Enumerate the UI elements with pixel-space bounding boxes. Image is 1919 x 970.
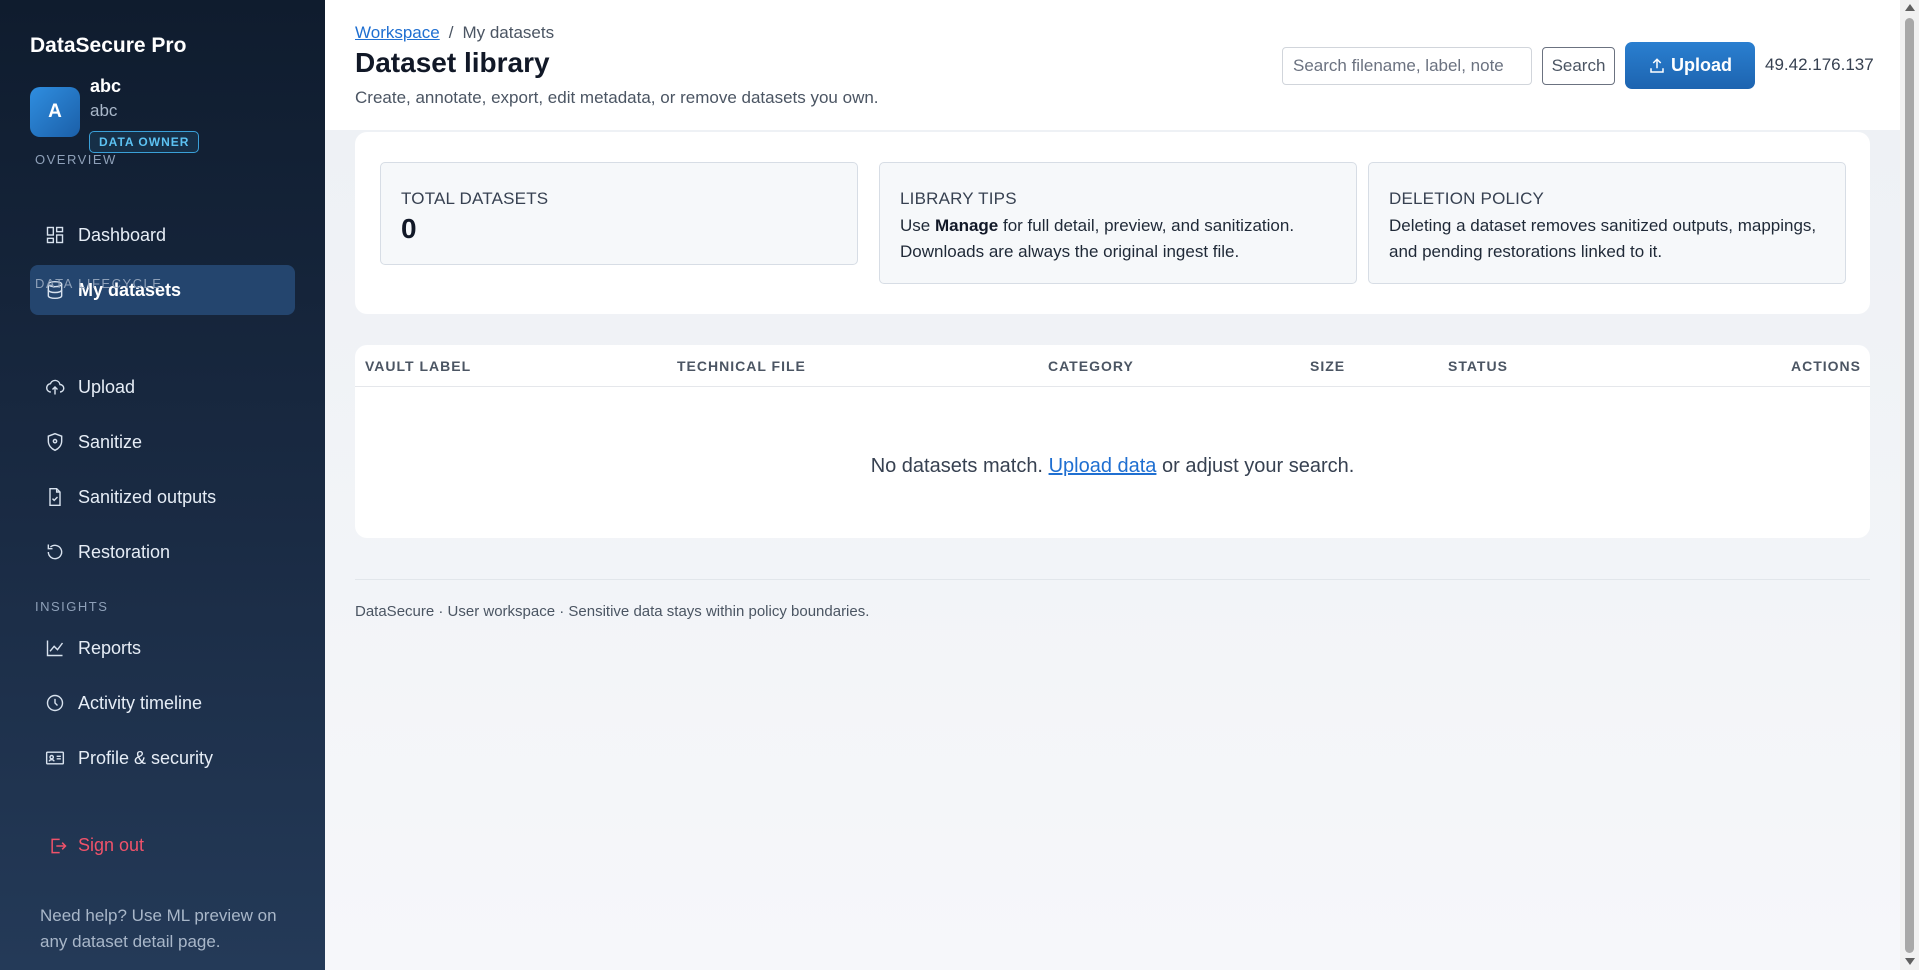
scroll-down-icon[interactable] bbox=[1905, 958, 1915, 965]
user-name: abc bbox=[90, 76, 122, 96]
sign-out-button[interactable]: Sign out bbox=[48, 835, 144, 856]
stat-text: Deleting a dataset removes sanitized out… bbox=[1389, 216, 1817, 261]
page-scrollbar[interactable] bbox=[1900, 0, 1919, 970]
section-label-data-lifecycle: DATA LIFECYCLE bbox=[35, 276, 163, 291]
upload-button-label: Upload bbox=[1671, 55, 1732, 75]
sidebar-item-restoration[interactable]: Restoration bbox=[30, 527, 295, 577]
empty-state-message: No datasets match. Upload data or adjust… bbox=[355, 455, 1870, 478]
upload-button[interactable]: Upload bbox=[1625, 42, 1755, 89]
main-content: TOTAL DATASETS 0 LIBRARY TIPS Use Manage… bbox=[325, 130, 1900, 970]
user-subtitle: abc bbox=[90, 101, 118, 120]
footer-divider bbox=[355, 579, 1870, 580]
stat-value: 0 bbox=[401, 213, 417, 244]
column-size[interactable]: SIZE bbox=[1310, 358, 1345, 374]
sidebar-item-label: Restoration bbox=[78, 541, 171, 562]
scroll-thumb[interactable] bbox=[1905, 18, 1914, 953]
avatar[interactable]: A bbox=[30, 87, 80, 137]
scroll-up-icon[interactable] bbox=[1905, 4, 1915, 11]
stat-label: TOTAL DATASETS bbox=[401, 189, 549, 208]
dashboard-icon bbox=[44, 224, 66, 246]
stats-card: TOTAL DATASETS 0 LIBRARY TIPS Use Manage… bbox=[355, 132, 1870, 314]
sidebar-item-sanitize[interactable]: Sanitize bbox=[30, 417, 295, 467]
page-subtitle: Create, annotate, export, edit metadata,… bbox=[355, 88, 879, 107]
tips-text-bold: Manage bbox=[934, 216, 999, 235]
breadcrumb-separator: / bbox=[448, 23, 454, 42]
sidebar-item-label: Activity timeline bbox=[78, 692, 203, 713]
sign-out-label: Sign out bbox=[78, 835, 145, 855]
breadcrumb-current: My datasets bbox=[462, 23, 555, 42]
section-label-insights: INSIGHTS bbox=[35, 599, 109, 614]
tips-text-pre: Use bbox=[900, 216, 935, 235]
help-text: Need help? Use ML preview on any dataset… bbox=[40, 906, 277, 951]
clock-icon bbox=[44, 692, 66, 714]
stat-label: DELETION POLICY bbox=[1389, 189, 1545, 208]
footer-text: DataSecure · User workspace · Sensitive … bbox=[355, 603, 870, 620]
stat-label: LIBRARY TIPS bbox=[900, 189, 1017, 208]
id-card-icon bbox=[44, 747, 66, 769]
role-badge: DATA OWNER bbox=[89, 131, 200, 153]
shield-icon bbox=[44, 431, 66, 453]
ip-address: 49.42.176.137 bbox=[1765, 55, 1874, 74]
sidebar-item-label: Dashboard bbox=[78, 224, 167, 245]
sidebar-item-activity-timeline[interactable]: Activity timeline bbox=[30, 678, 295, 728]
search-button[interactable]: Search bbox=[1542, 47, 1615, 85]
column-status[interactable]: STATUS bbox=[1448, 358, 1508, 374]
sidebar-item-label: Sanitized outputs bbox=[78, 486, 217, 507]
search-input[interactable] bbox=[1282, 47, 1532, 85]
column-actions: ACTIONS bbox=[1791, 358, 1861, 374]
stat-total-datasets: TOTAL DATASETS 0 bbox=[380, 162, 858, 265]
table-header: VAULT LABEL TECHNICAL FILE CATEGORY SIZE… bbox=[355, 345, 1870, 387]
restore-icon bbox=[44, 541, 66, 563]
sidebar-item-sanitized-outputs[interactable]: Sanitized outputs bbox=[30, 472, 295, 522]
sidebar-item-upload[interactable]: Upload bbox=[30, 362, 295, 412]
upload-icon bbox=[1650, 57, 1664, 73]
sidebar-item-reports[interactable]: Reports bbox=[30, 623, 295, 673]
empty-text-post: or adjust your search. bbox=[1156, 455, 1355, 477]
file-check-icon bbox=[44, 486, 66, 508]
sidebar-item-label: Upload bbox=[78, 376, 136, 397]
sign-out-icon bbox=[51, 838, 67, 853]
stat-deletion-policy: DELETION POLICY Deleting a dataset remov… bbox=[1368, 162, 1846, 284]
page-title: Dataset library bbox=[355, 47, 550, 78]
sidebar-item-profile-security[interactable]: Profile & security bbox=[30, 733, 295, 783]
column-vault-label[interactable]: VAULT LABEL bbox=[365, 358, 471, 374]
sidebar-item-label: Sanitize bbox=[78, 431, 143, 452]
section-label-overview: OVERVIEW bbox=[35, 152, 117, 167]
upload-data-link[interactable]: Upload data bbox=[1049, 455, 1157, 477]
datasets-table: VAULT LABEL TECHNICAL FILE CATEGORY SIZE… bbox=[355, 345, 1870, 538]
breadcrumb: Workspace / My datasets bbox=[355, 23, 554, 43]
empty-text-pre: No datasets match. bbox=[870, 455, 1049, 477]
chart-line-icon bbox=[44, 637, 66, 659]
sidebar-item-label: Profile & security bbox=[78, 747, 214, 768]
stat-text: Use Manage for full detail, preview, and… bbox=[900, 213, 1336, 265]
sidebar-item-dashboard[interactable]: Dashboard bbox=[30, 210, 295, 260]
sidebar-item-label: Reports bbox=[78, 637, 142, 658]
column-category[interactable]: CATEGORY bbox=[1048, 358, 1134, 374]
cloud-upload-icon bbox=[44, 376, 66, 398]
breadcrumb-workspace-link[interactable]: Workspace bbox=[355, 23, 440, 42]
page-header: Workspace / My datasets Dataset library Cr… bbox=[325, 0, 1900, 130]
column-technical-file[interactable]: TECHNICAL FILE bbox=[677, 358, 806, 374]
brand-name: DataSecure Pro bbox=[30, 34, 187, 57]
stat-library-tips: LIBRARY TIPS Use Manage for full detail,… bbox=[879, 162, 1357, 284]
sidebar: DataSecure Pro A abc abc DATA OWNER OVER… bbox=[0, 0, 325, 970]
